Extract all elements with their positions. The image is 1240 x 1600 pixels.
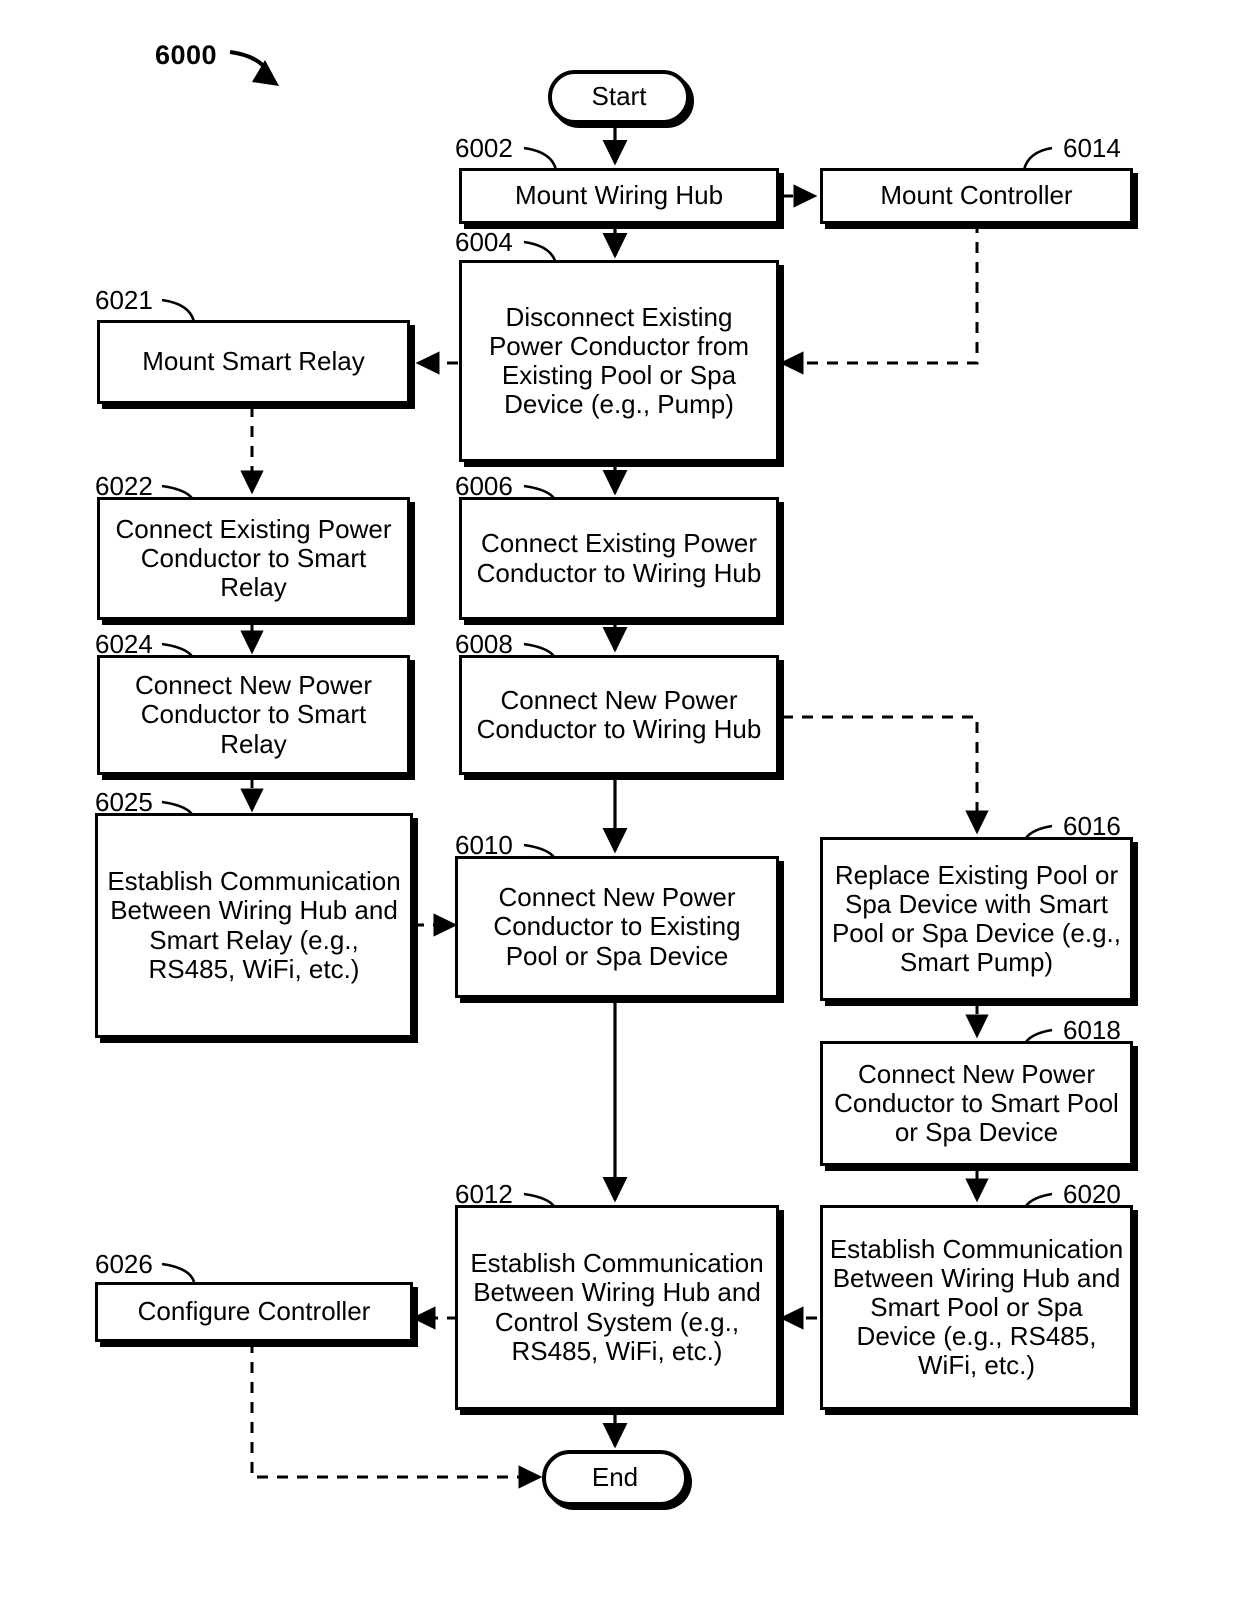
node-6008-label: Connect New Power Conductor to Wiring Hu… (476, 684, 762, 744)
node-configure-controller[interactable]: Configure Controller (95, 1282, 413, 1342)
node-6012-label: Establish Communication Between Wiring H… (470, 1248, 764, 1366)
node-start-label: Start (591, 81, 647, 112)
node-establish-comm-hub-smart-relay[interactable]: Establish Communication Between Wiring H… (95, 813, 413, 1038)
node-mount-wiring-hub[interactable]: Mount Wiring Hub (459, 168, 779, 224)
node-6026-label: Configure Controller (137, 1296, 371, 1327)
node-end-label: End (591, 1462, 639, 1493)
node-disconnect-existing-power-conductor[interactable]: Disconnect Existing Power Conductor from… (459, 260, 779, 462)
node-connect-new-conductor-to-hub[interactable]: Connect New Power Conductor to Wiring Hu… (459, 655, 779, 775)
node-start[interactable]: Start (548, 70, 690, 124)
node-6018-label: Connect New Power Conductor to Smart Poo… (834, 1058, 1119, 1148)
node-connect-existing-conductor-to-relay[interactable]: Connect Existing Power Conductor to Smar… (97, 497, 410, 620)
ref-num-6021: 6021 (95, 285, 153, 315)
node-6004-label: Disconnect Existing Power Conductor from… (488, 301, 750, 420)
node-6024-label: Connect New Power Conductor to Smart Rel… (135, 670, 372, 759)
ref-num-6014: 6014 (1063, 133, 1121, 163)
node-connect-new-conductor-to-existing-device[interactable]: Connect New Power Conductor to Existing … (455, 856, 779, 998)
node-6016-label: Replace Existing Pool or Spa Device with… (831, 859, 1122, 978)
node-6014-label: Mount Controller (880, 180, 1073, 211)
node-mount-smart-relay[interactable]: Mount Smart Relay (97, 320, 410, 404)
node-6021-label: Mount Smart Relay (142, 346, 365, 377)
edge-6014-to-6004 (779, 222, 979, 375)
node-end[interactable]: End (542, 1450, 688, 1506)
patent-flowchart-figure: 6000 6002 6004 6006 6008 6010 6012 6014 … (0, 0, 1240, 1600)
edge-6008-to-6016 (782, 715, 989, 835)
node-replace-existing-device-with-smart[interactable]: Replace Existing Pool or Spa Device with… (820, 837, 1133, 1001)
node-establish-comm-hub-smart-device[interactable]: Establish Communication Between Wiring H… (820, 1205, 1133, 1410)
node-establish-comm-hub-control-system[interactable]: Establish Communication Between Wiring H… (455, 1205, 779, 1410)
node-connect-existing-conductor-to-hub[interactable]: Connect Existing Power Conductor to Wiri… (459, 497, 779, 620)
node-6025-label: Establish Communication Between Wiring H… (107, 866, 401, 984)
ref-num-6004: 6004 (455, 227, 513, 257)
node-6002-label: Mount Wiring Hub (514, 180, 724, 211)
ref-num-6002: 6002 (455, 133, 513, 163)
node-6010-label: Connect New Power Conductor to Existing … (493, 882, 741, 971)
node-connect-new-conductor-to-relay[interactable]: Connect New Power Conductor to Smart Rel… (97, 655, 410, 775)
figure-leader (229, 50, 279, 86)
figure-number: 6000 (155, 40, 218, 70)
ref-num-6026: 6026 (95, 1249, 153, 1279)
node-6022-label: Connect Existing Power Conductor to Smar… (115, 513, 392, 603)
node-6006-label: Connect Existing Power Conductor to Wiri… (476, 528, 762, 588)
node-mount-controller[interactable]: Mount Controller (820, 168, 1133, 224)
node-connect-new-conductor-to-smart-device[interactable]: Connect New Power Conductor to Smart Poo… (820, 1041, 1133, 1166)
node-6020-label: Establish Communication Between Wiring H… (829, 1233, 1124, 1381)
